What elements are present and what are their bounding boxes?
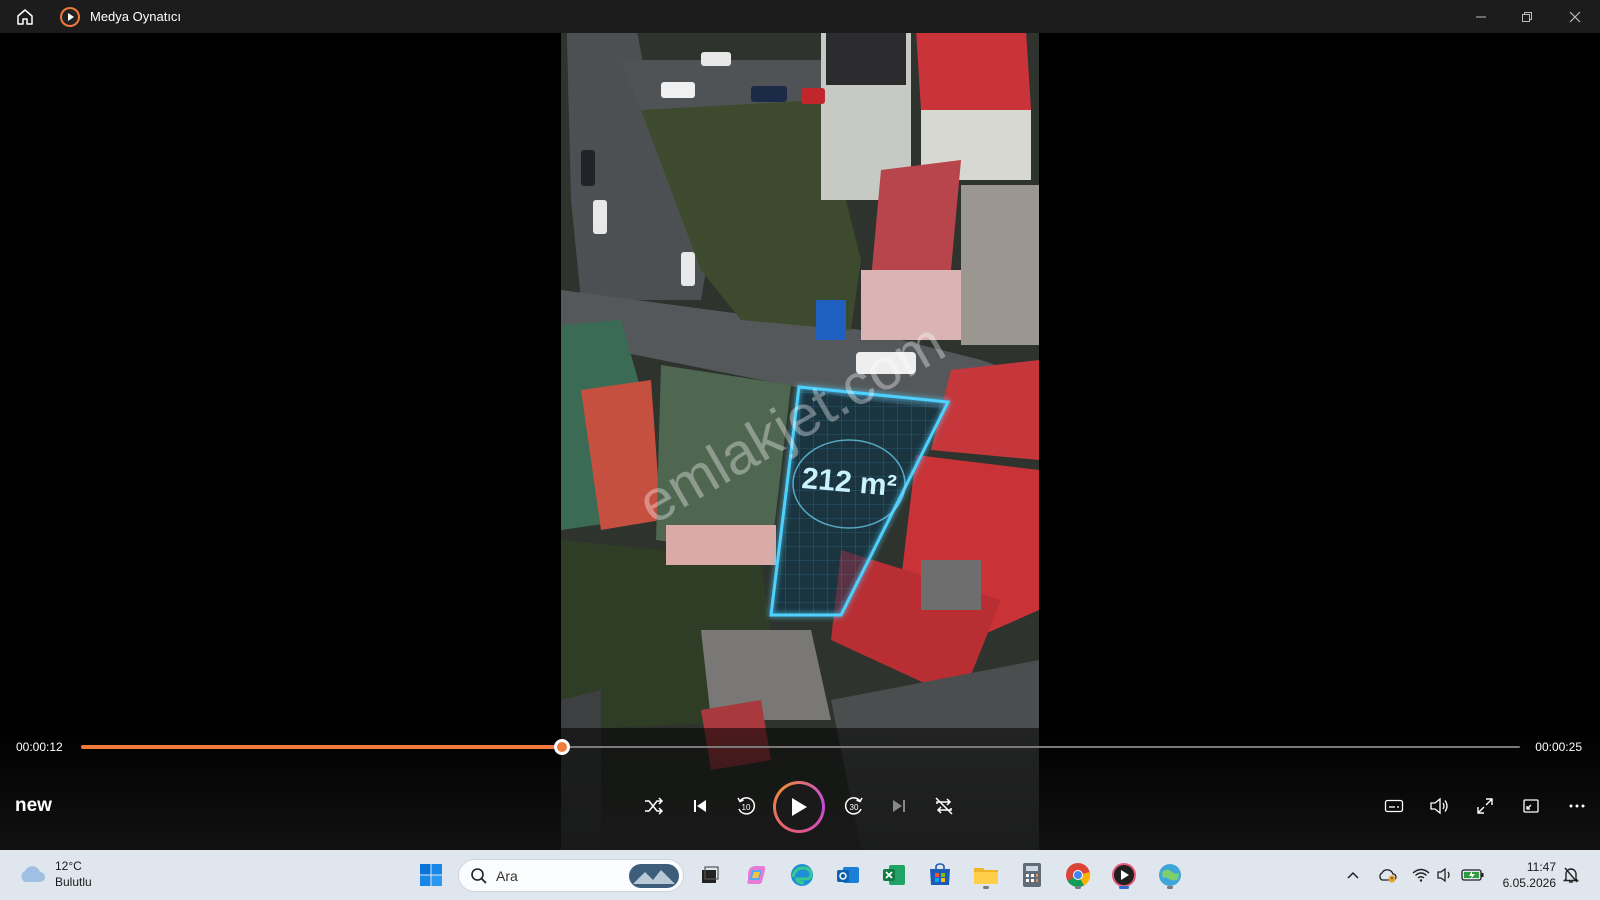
media-title: new (15, 795, 52, 816)
home-button[interactable] (0, 0, 50, 33)
battery-status[interactable] (1460, 864, 1486, 886)
weather-temperature: 12°C (55, 859, 82, 873)
forward-30-icon: 30 (844, 797, 863, 815)
subtitles-button[interactable] (1376, 788, 1412, 824)
running-indicator (1167, 886, 1173, 889)
chrome-button[interactable] (1062, 859, 1094, 891)
running-indicator (983, 886, 989, 889)
fullscreen-icon (1477, 798, 1493, 814)
weather-description: Bulutlu (55, 875, 92, 889)
calculator-button[interactable] (1016, 859, 1048, 891)
clock-date: 6.05.2026 (1502, 876, 1556, 890)
running-indicator (1075, 886, 1081, 889)
cloud-warning-icon (1379, 869, 1397, 883)
transport-controls: 00:00:12 00:00:25 new 10 30 (0, 728, 1600, 850)
calculator-icon (1023, 863, 1041, 887)
app-icon (1159, 864, 1181, 886)
repeat-off-icon (935, 797, 953, 815)
file-explorer-button[interactable] (970, 859, 1002, 891)
more-options-button[interactable] (1559, 788, 1595, 824)
taskbar-search[interactable]: Ara (458, 859, 684, 892)
previous-icon (694, 800, 706, 812)
media-player-window: 212 m² emlakjet.com Medya Oynatıcı 00:00… (0, 0, 1600, 900)
aerial-video-image: 212 m² emlakjet.com (561, 0, 1039, 850)
wifi-status[interactable] (1410, 864, 1432, 886)
excel-button[interactable] (878, 859, 910, 891)
show-hidden-icons-button[interactable] (1344, 864, 1362, 886)
subtitles-icon (1384, 799, 1404, 813)
active-indicator (1119, 886, 1129, 889)
mini-player-button[interactable] (1513, 788, 1549, 824)
search-highlight-icon (629, 863, 679, 888)
mini-player-icon (1523, 799, 1539, 813)
restore-button[interactable] (1504, 0, 1550, 33)
play-button[interactable] (773, 781, 825, 833)
windows-start-icon (420, 864, 442, 886)
shuffle-button[interactable] (636, 788, 672, 824)
outlook-button[interactable] (832, 859, 864, 891)
total-duration: 00:00:25 (1535, 740, 1582, 754)
copilot-button[interactable] (740, 859, 772, 891)
home-icon (17, 8, 33, 25)
play-icon (792, 798, 807, 816)
volume-button[interactable] (1421, 788, 1457, 824)
seek-thumb[interactable] (553, 739, 570, 755)
edge-icon (791, 864, 813, 886)
next-icon (893, 800, 905, 812)
forward-30-button[interactable]: 30 (836, 788, 872, 824)
taskbar: 12°C Bulutlu Ara 11:47 6.05.2026 (0, 850, 1600, 900)
media-player-icon (1112, 863, 1136, 887)
restore-icon (1522, 11, 1532, 22)
search-icon (471, 867, 487, 884)
excel-icon (883, 865, 905, 885)
volume-status[interactable] (1434, 864, 1456, 886)
system-clock[interactable]: 11:47 6.05.2026 (1503, 859, 1556, 891)
rewind-10-button[interactable]: 10 (728, 788, 764, 824)
store-button[interactable] (924, 859, 956, 891)
edge-button[interactable] (786, 859, 818, 891)
fullscreen-button[interactable] (1467, 788, 1503, 824)
battery-charging-icon (1461, 869, 1484, 881)
window-title: Medya Oynatıcı (90, 9, 182, 24)
shuffle-icon (645, 797, 664, 815)
weather-widget[interactable]: 12°C Bulutlu (17, 858, 92, 890)
minimize-icon (1476, 16, 1486, 17)
minimize-button[interactable] (1458, 0, 1504, 33)
previous-button[interactable] (682, 788, 718, 824)
search-placeholder: Ara (496, 867, 518, 884)
close-button[interactable] (1552, 0, 1598, 33)
notifications-button[interactable] (1560, 864, 1582, 886)
outlook-icon (837, 867, 859, 883)
notification-bell-icon (1562, 867, 1580, 883)
file-explorer-icon (974, 868, 998, 884)
svg-text:30: 30 (850, 803, 859, 812)
next-button[interactable] (881, 788, 917, 824)
copilot-icon (747, 866, 766, 884)
windows-start-button[interactable] (415, 859, 447, 891)
speaker-icon (1437, 867, 1450, 883)
chrome-icon (1066, 863, 1091, 888)
volume-icon (1430, 797, 1448, 815)
task-view-button[interactable] (694, 859, 726, 891)
seek-bar[interactable] (81, 739, 1520, 755)
app-button[interactable] (1154, 859, 1186, 891)
chevron-up-icon (1347, 871, 1359, 879)
cloud-icon (21, 866, 45, 882)
title-bar: Medya Oynatıcı (0, 0, 1600, 33)
clock-time: 11:47 (1526, 860, 1556, 874)
svg-text:10: 10 (742, 803, 751, 812)
seek-progress (81, 745, 562, 749)
rewind-10-icon: 10 (737, 797, 756, 815)
store-icon (930, 863, 950, 885)
repeat-off-button[interactable] (926, 788, 962, 824)
close-icon (1569, 11, 1581, 22)
task-view-icon (702, 866, 719, 883)
more-options-icon (1569, 804, 1585, 808)
wifi-icon (1412, 868, 1430, 882)
onedrive-status[interactable] (1376, 864, 1398, 886)
video-frame[interactable]: 212 m² emlakjet.com (561, 0, 1039, 850)
elapsed-time: 00:00:12 (16, 740, 63, 754)
media-player-app-icon (59, 6, 81, 28)
media-player-taskbar-button[interactable] (1108, 859, 1140, 891)
